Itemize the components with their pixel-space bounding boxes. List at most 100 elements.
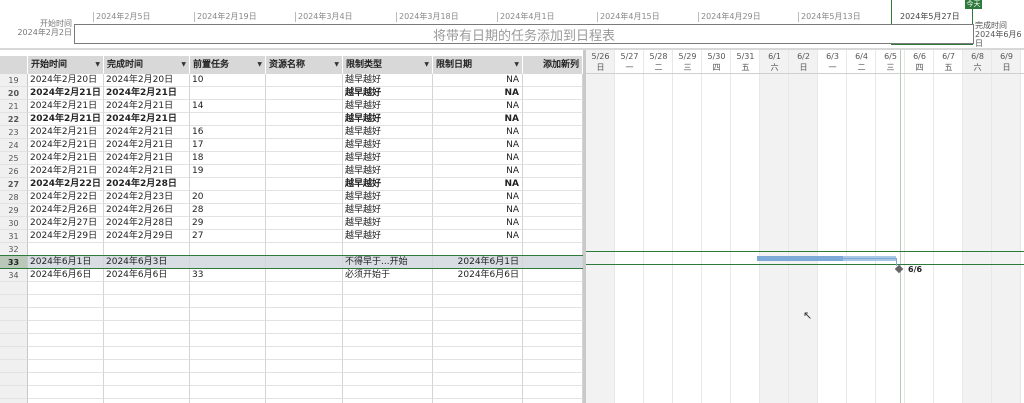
- timeline-view[interactable]: 开始时间 2024年2月2日 2024年2月5日 2024年2月19日 2024年3…: [0, 0, 1024, 50]
- cell-cdate[interactable]: [433, 308, 523, 321]
- cell-res[interactable]: [266, 165, 343, 178]
- cell-ctype[interactable]: 越早越好: [343, 74, 433, 87]
- empty-row[interactable]: [0, 295, 583, 308]
- cell-finish[interactable]: [104, 295, 190, 308]
- task-row-19[interactable]: 19 2024年2月20日 2024年2月20日 10 越早越好 NA: [0, 74, 583, 87]
- gantt-chart[interactable]: 5/26 日 5/27 一 5/28 二 5/29 三 5/30 四 5/31 五 6/1 六 6/2 日 6/…: [586, 50, 1024, 403]
- cell-start[interactable]: [28, 399, 104, 403]
- cell-ctype[interactable]: [343, 282, 433, 295]
- cell-pred[interactable]: 18: [190, 152, 266, 165]
- empty-row[interactable]: [0, 360, 583, 373]
- cell-new[interactable]: [523, 386, 583, 399]
- cell-res[interactable]: [266, 399, 343, 403]
- cell-finish[interactable]: [104, 308, 190, 321]
- cell-finish[interactable]: 2024年2月21日: [104, 139, 190, 152]
- task-bar-33[interactable]: [757, 256, 843, 261]
- cell-ctype[interactable]: 越早越好: [343, 152, 433, 165]
- cell-finish[interactable]: 2024年2月28日: [104, 217, 190, 230]
- cell-ctype[interactable]: [343, 295, 433, 308]
- cell-cdate[interactable]: [433, 360, 523, 373]
- cell-start[interactable]: 2024年2月21日: [28, 152, 104, 165]
- task-row-20[interactable]: 20 2024年2月21日 2024年2月21日 越早越好 NA: [0, 87, 583, 100]
- empty-row[interactable]: [0, 334, 583, 347]
- cell-pred[interactable]: [190, 113, 266, 126]
- cell-ctype[interactable]: 越早越好: [343, 191, 433, 204]
- cell-pred[interactable]: 10: [190, 74, 266, 87]
- cell-cdate[interactable]: [433, 399, 523, 403]
- row-number[interactable]: [0, 347, 28, 360]
- cell-pred[interactable]: [190, 360, 266, 373]
- column-header-constraint-type[interactable]: 限制类型 ▼: [343, 56, 433, 74]
- cell-res[interactable]: [266, 178, 343, 191]
- cell-pred[interactable]: [190, 295, 266, 308]
- empty-row[interactable]: [0, 347, 583, 360]
- cell-finish[interactable]: 2024年2月21日: [104, 165, 190, 178]
- column-filter-dropdown-icon[interactable]: ▼: [257, 56, 262, 74]
- cell-ctype[interactable]: 越早越好: [343, 165, 433, 178]
- cell-finish[interactable]: 2024年2月21日: [104, 100, 190, 113]
- column-header-predecessors[interactable]: 前置任务 ▼: [190, 56, 266, 74]
- task-row-28[interactable]: 28 2024年2月22日 2024年2月23日 20 越早越好 NA: [0, 191, 583, 204]
- cell-ctype[interactable]: 越早越好: [343, 87, 433, 100]
- cell-finish[interactable]: 2024年6月6日: [104, 269, 190, 282]
- cell-new[interactable]: [523, 321, 583, 334]
- cell-pred[interactable]: 27: [190, 230, 266, 243]
- cell-finish[interactable]: [104, 347, 190, 360]
- cell-res[interactable]: [266, 386, 343, 399]
- cell-start[interactable]: 2024年2月21日: [28, 139, 104, 152]
- cell-res[interactable]: [266, 373, 343, 386]
- cell-pred[interactable]: 29: [190, 217, 266, 230]
- cell-res[interactable]: [266, 74, 343, 87]
- cell-ctype[interactable]: [343, 360, 433, 373]
- cell-start[interactable]: [28, 334, 104, 347]
- cell-pred[interactable]: 17: [190, 139, 266, 152]
- cell-res[interactable]: [266, 230, 343, 243]
- column-header-constraint-date[interactable]: 限制日期 ▼: [433, 56, 523, 74]
- cell-new[interactable]: [523, 152, 583, 165]
- cell-cdate[interactable]: NA: [433, 139, 523, 152]
- cell-start[interactable]: [28, 282, 104, 295]
- cell-new[interactable]: [523, 217, 583, 230]
- cell-start[interactable]: 2024年2月26日: [28, 204, 104, 217]
- cell-finish[interactable]: [104, 282, 190, 295]
- cell-start[interactable]: [28, 360, 104, 373]
- task-row-22[interactable]: 22 2024年2月21日 2024年2月21日 越早越好 NA: [0, 113, 583, 126]
- cell-start[interactable]: 2024年2月22日: [28, 178, 104, 191]
- cell-finish[interactable]: [104, 373, 190, 386]
- cell-cdate[interactable]: 2024年6月6日: [433, 269, 523, 282]
- cell-pred[interactable]: [190, 321, 266, 334]
- cell-finish[interactable]: 2024年2月26日: [104, 204, 190, 217]
- row-number[interactable]: [0, 373, 28, 386]
- cell-res[interactable]: [266, 113, 343, 126]
- empty-row[interactable]: [0, 399, 583, 403]
- task-row-24[interactable]: 24 2024年2月21日 2024年2月21日 17 越早越好 NA: [0, 139, 583, 152]
- cell-new[interactable]: [523, 165, 583, 178]
- cell-ctype[interactable]: 越早越好: [343, 230, 433, 243]
- cell-cdate[interactable]: [433, 295, 523, 308]
- row-number[interactable]: 27: [0, 178, 28, 191]
- row-number[interactable]: [0, 308, 28, 321]
- cell-cdate[interactable]: [433, 347, 523, 360]
- cell-cdate[interactable]: [433, 282, 523, 295]
- task-row-27[interactable]: 27 2024年2月22日 2024年2月28日 越早越好 NA: [0, 178, 583, 191]
- cell-start[interactable]: 2024年2月29日: [28, 230, 104, 243]
- cell-pred[interactable]: [190, 87, 266, 100]
- cell-finish[interactable]: 2024年2月20日: [104, 74, 190, 87]
- cell-res[interactable]: [266, 269, 343, 282]
- cell-pred[interactable]: [190, 399, 266, 403]
- cell-start[interactable]: [28, 386, 104, 399]
- task-row-21[interactable]: 21 2024年2月21日 2024年2月21日 14 越早越好 NA: [0, 100, 583, 113]
- cell-res[interactable]: [266, 126, 343, 139]
- task-row-23[interactable]: 23 2024年2月21日 2024年2月21日 16 越早越好 NA: [0, 126, 583, 139]
- cell-new[interactable]: [523, 399, 583, 403]
- cell-cdate[interactable]: NA: [433, 113, 523, 126]
- row-number[interactable]: 25: [0, 152, 28, 165]
- cell-ctype[interactable]: [343, 386, 433, 399]
- row-number[interactable]: [0, 386, 28, 399]
- cell-start[interactable]: 2024年2月21日: [28, 100, 104, 113]
- cell-cdate[interactable]: NA: [433, 230, 523, 243]
- column-filter-dropdown-icon[interactable]: ▼: [95, 56, 100, 74]
- row-number[interactable]: 30: [0, 217, 28, 230]
- cell-finish[interactable]: [104, 321, 190, 334]
- row-number[interactable]: 28: [0, 191, 28, 204]
